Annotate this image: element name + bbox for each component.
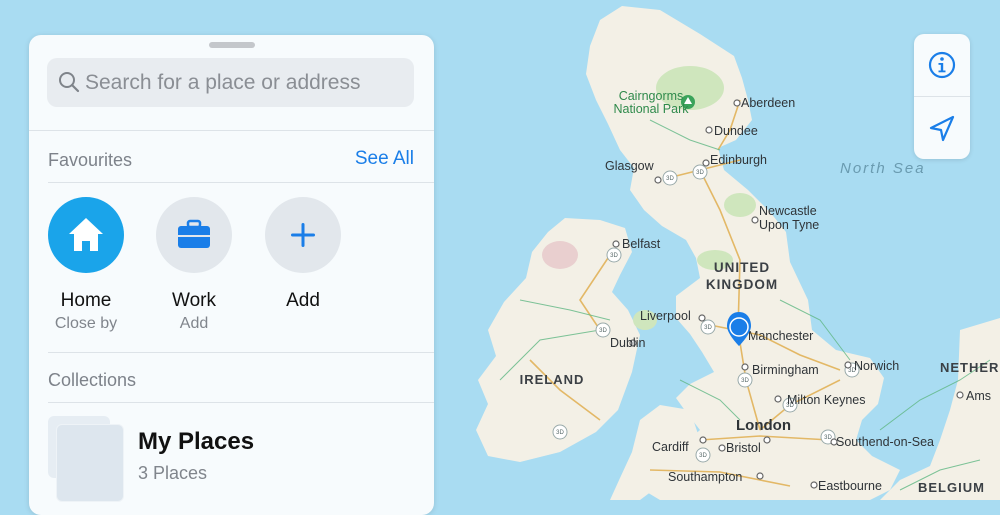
label-eastbourne: Eastbourne — [818, 479, 882, 493]
info-button[interactable] — [914, 34, 970, 96]
label-manchester: Manchester — [748, 329, 813, 343]
svg-text:3D: 3D — [741, 378, 749, 384]
favourite-name: Work — [172, 290, 216, 311]
svg-text:3D: 3D — [699, 453, 707, 459]
home-circle — [48, 197, 124, 273]
label-upon-tyne: Upon Tyne — [759, 218, 819, 232]
label-glasgow: Glasgow — [605, 159, 655, 173]
label-cardiff: Cardiff — [652, 440, 689, 454]
favourite-subtitle: Add — [179, 315, 209, 332]
plus-icon — [291, 223, 315, 247]
label-norwich: Norwich — [854, 359, 899, 373]
favourite-name: Home — [60, 290, 112, 311]
border-area — [542, 241, 578, 269]
label-liverpool: Liverpool — [640, 309, 691, 323]
favourite-add[interactable]: Add — [253, 197, 353, 337]
label-dundee: Dundee — [714, 124, 758, 138]
label-amsterdam: Ams — [966, 389, 991, 403]
svg-text:3D: 3D — [666, 176, 674, 182]
favourite-subtitle: Close by — [54, 315, 118, 332]
park-area — [724, 193, 756, 217]
work-circle — [156, 197, 232, 273]
label-netherlands: NETHER — [940, 360, 999, 375]
favourite-name: Add — [286, 290, 320, 311]
svg-text:3D: 3D — [599, 328, 607, 334]
label-north-sea: North Sea — [840, 160, 926, 177]
label-kingdom: KINGDOM — [706, 277, 778, 292]
divider — [48, 402, 434, 403]
favourite-home[interactable]: Home Close by — [36, 197, 136, 337]
label-national-park: National Park — [613, 102, 689, 116]
label-newcastle: Newcastle — [759, 204, 817, 218]
label-bristol: Bristol — [726, 441, 761, 455]
search-placeholder: Search for a place or address — [85, 71, 361, 94]
map-controls — [914, 34, 970, 159]
panel-grabber[interactable] — [209, 42, 255, 48]
label-southampton: Southampton — [668, 470, 742, 484]
briefcase-icon — [178, 219, 210, 248]
locate-me-button[interactable] — [914, 97, 970, 159]
divider — [48, 182, 434, 183]
label-belgium: BELGIUM — [918, 480, 985, 495]
search-icon — [59, 72, 80, 93]
label-aberdeen: Aberdeen — [741, 96, 795, 110]
house-icon — [69, 218, 103, 251]
svg-text:3D: 3D — [696, 170, 704, 176]
favourites-title: Favourites — [48, 150, 133, 170]
collection-thumbnail — [56, 424, 124, 502]
search-bar[interactable]: Search for a place or address — [47, 58, 414, 107]
see-all-link[interactable]: See All — [355, 148, 414, 170]
collection-count: 3 Places — [138, 463, 208, 483]
svg-text:3D: 3D — [556, 430, 564, 436]
info-icon — [928, 51, 956, 79]
label-ireland: IRELAND — [520, 372, 585, 387]
label-united: UNITED — [714, 260, 770, 275]
svg-text:3D: 3D — [610, 253, 618, 259]
svg-text:3D: 3D — [704, 325, 712, 331]
collection-name: My Places — [138, 428, 255, 455]
label-edinburgh: Edinburgh — [710, 153, 767, 167]
label-belfast: Belfast — [622, 237, 661, 251]
add-circle — [265, 197, 341, 273]
label-dublin: Dublin — [610, 336, 645, 350]
location-arrow-icon — [929, 115, 955, 142]
label-cairngorms: Cairngorms — [619, 89, 684, 103]
side-panel: Search for a place or address Favourites… — [29, 35, 434, 515]
divider — [29, 130, 434, 131]
label-birmingham: Birmingham — [752, 363, 819, 377]
label-milton-keynes: Milton Keynes — [787, 393, 866, 407]
divider — [48, 352, 434, 353]
collections-title: Collections — [48, 370, 137, 390]
favourite-work[interactable]: Work Add — [144, 197, 244, 337]
label-southend: Southend-on-Sea — [836, 435, 934, 449]
label-london: London — [736, 417, 791, 434]
